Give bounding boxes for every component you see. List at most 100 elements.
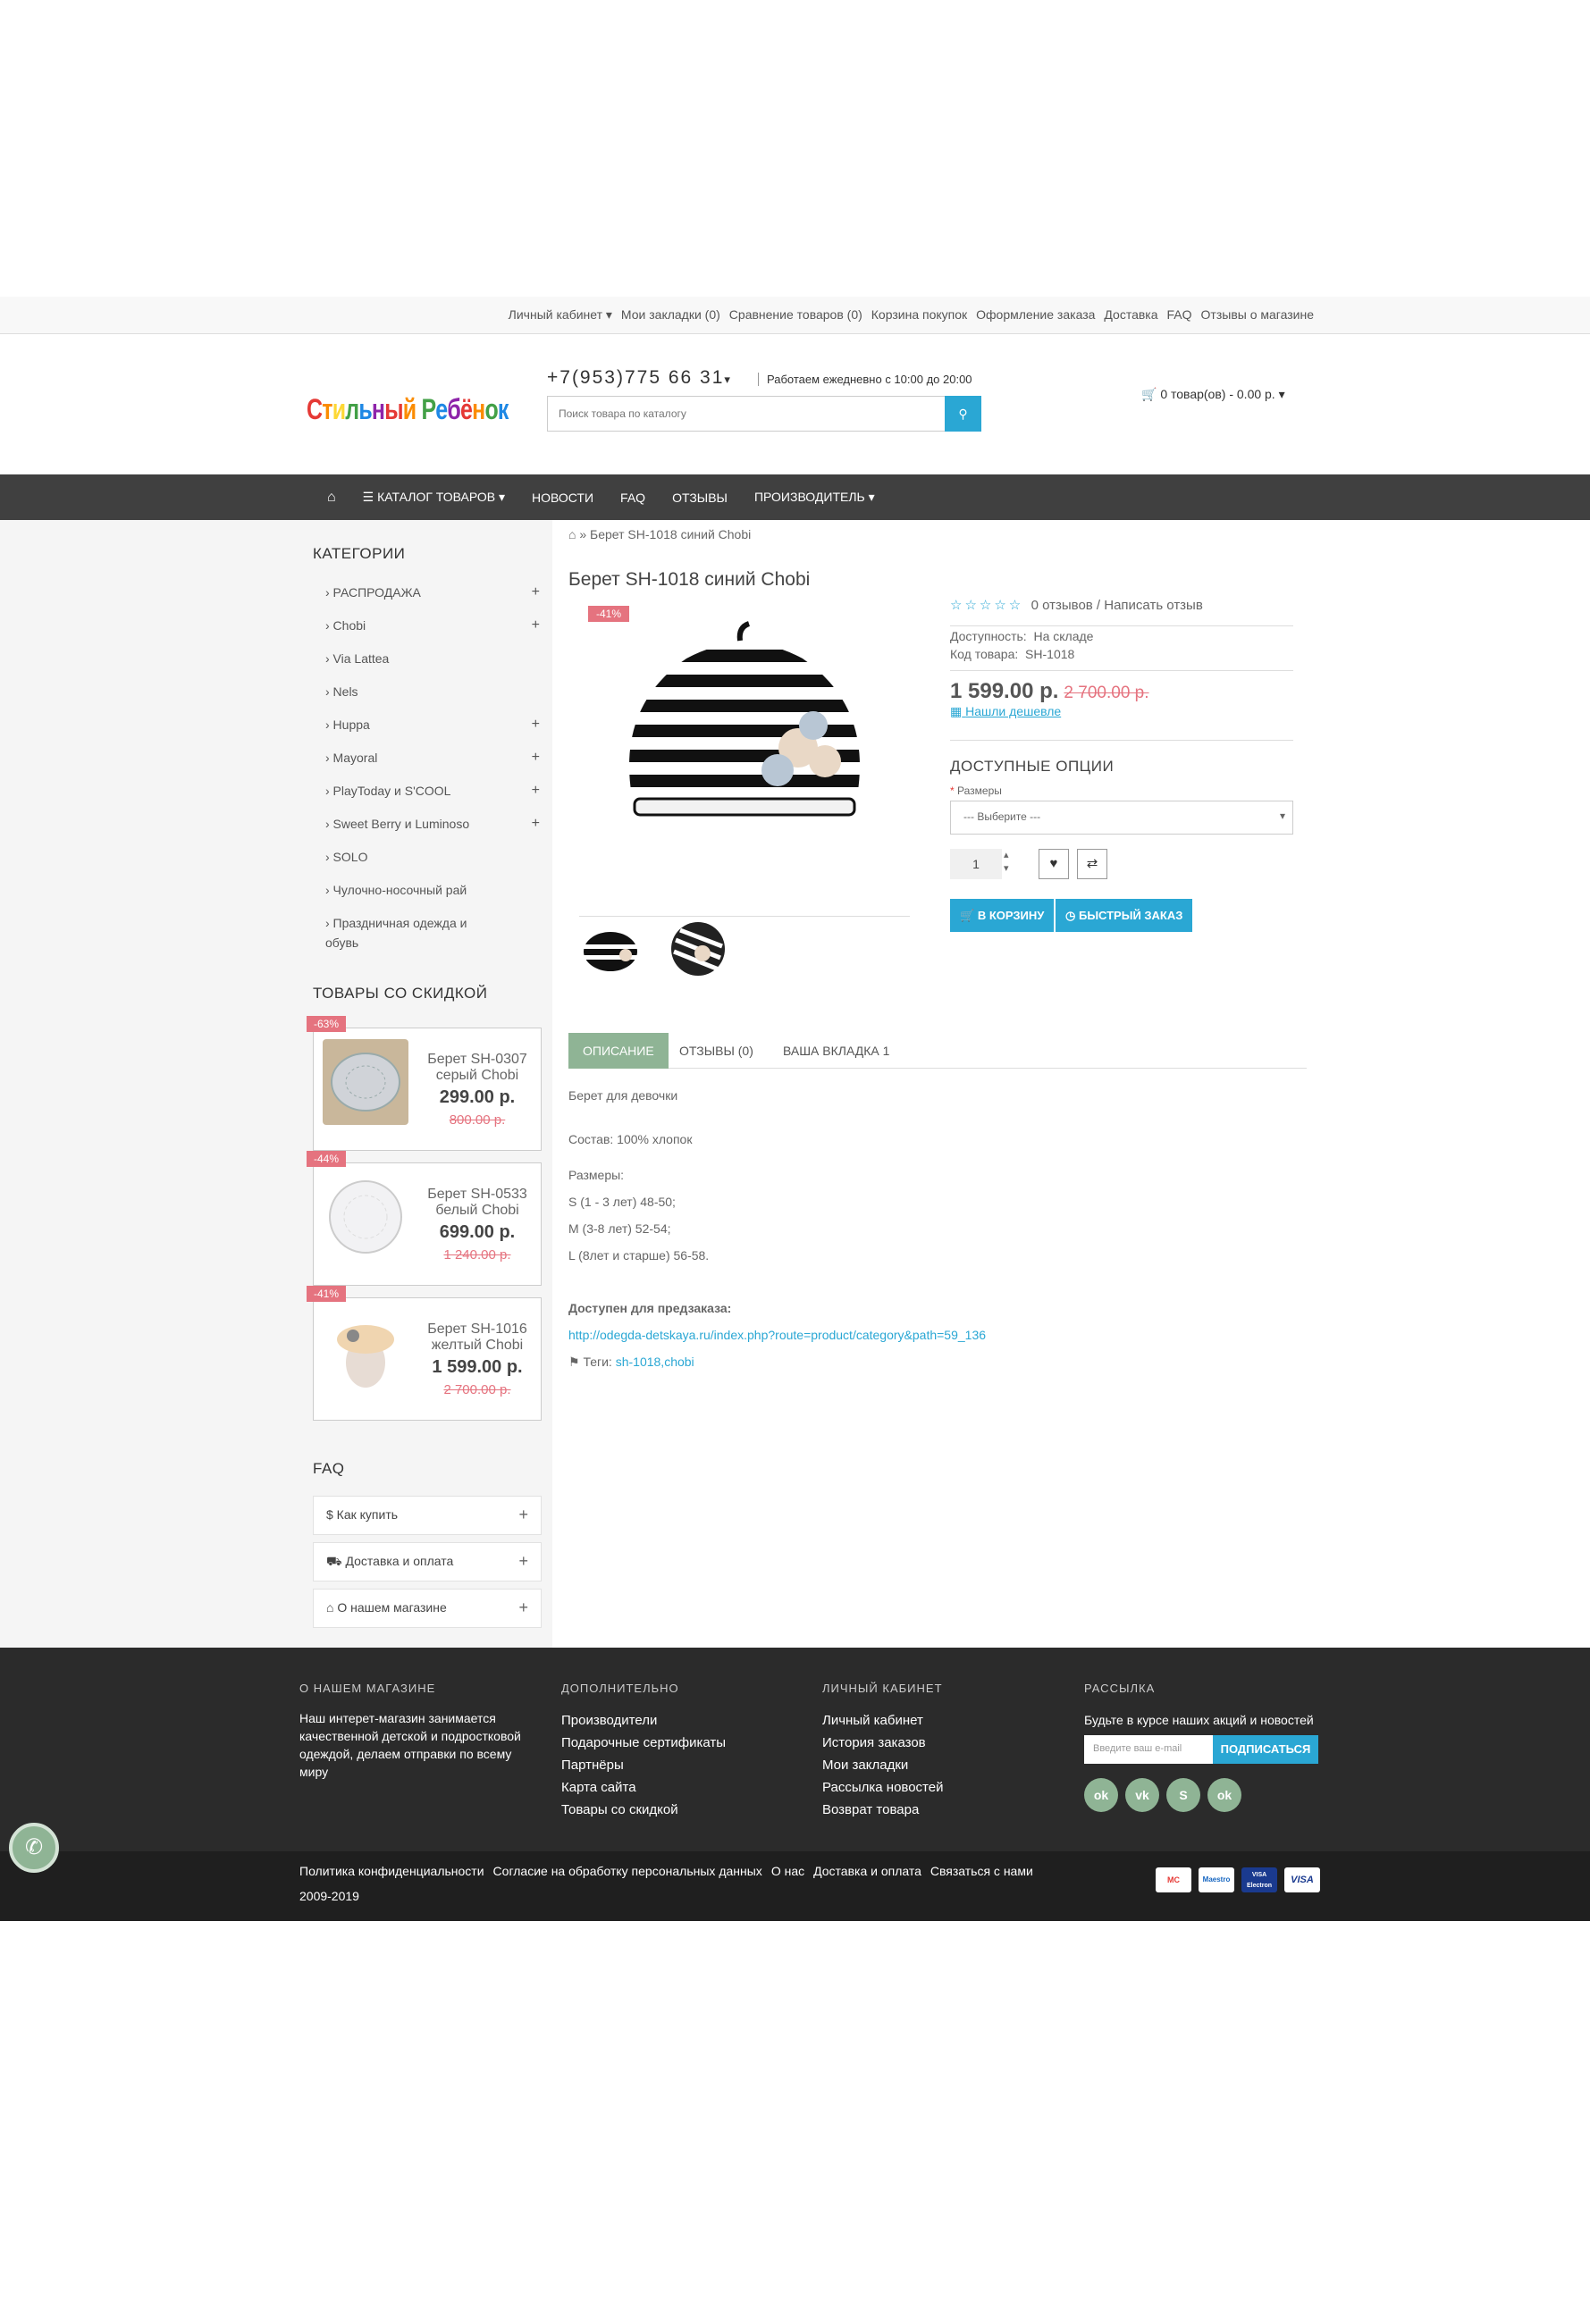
search-button[interactable]: ⚲ — [945, 396, 981, 432]
cart-icon: 🛒 — [1141, 387, 1157, 401]
expand-icon[interactable]: + — [532, 781, 540, 801]
quantity-stepper[interactable]: ▴ ▾ — [1004, 849, 1009, 876]
expand-icon[interactable]: + — [532, 715, 540, 734]
rating: ☆☆☆☆☆ 0 отзывов / Написать отзыв — [950, 597, 1203, 613]
top-link-delivery[interactable]: Доставка — [1104, 307, 1157, 323]
expand-icon[interactable]: + — [532, 748, 540, 768]
category-item[interactable]: › PlayToday и S'COOL + — [325, 781, 540, 801]
footer-link[interactable]: Подарочные сертификаты — [561, 1732, 726, 1754]
working-hours: Работаем ежедневно с 10:00 до 20:00 — [758, 373, 972, 386]
category-item[interactable]: › Праздничная одежда и обувь — [325, 913, 495, 952]
home-icon[interactable]: ⌂ — [568, 527, 576, 541]
tab-reviews[interactable]: ОТЗЫВЫ (0) — [665, 1033, 768, 1069]
odnoklassniki-icon[interactable]: ok — [1207, 1778, 1241, 1812]
breadcrumb-item[interactable]: Берет SH-1018 синий Chobi — [590, 527, 751, 541]
category-item[interactable]: › Sweet Berry и Luminoso + — [325, 814, 540, 834]
odnoklassniki-icon[interactable]: ok — [1084, 1778, 1118, 1812]
nav-catalog[interactable]: ☰ КАТАЛОГ ТОВАРОВ ▾ — [363, 490, 505, 505]
category-item[interactable]: › РАСПРОДАЖА + — [325, 583, 540, 602]
logo[interactable]: Стильный Ребёнок — [307, 393, 509, 426]
top-link-wishlist[interactable]: Мои закладки (0) — [621, 307, 720, 323]
footer-link[interactable]: Партнёры — [561, 1754, 726, 1776]
discount-badge: -41% — [307, 1286, 347, 1302]
email-field[interactable]: Введите ваш e-mail — [1084, 1735, 1213, 1764]
nav-reviews[interactable]: ОТЗЫВЫ — [672, 491, 728, 505]
footer-bottom-link[interactable]: Согласие на обработку персональных данны… — [493, 1864, 762, 1878]
plus-icon[interactable]: + — [518, 1552, 528, 1571]
compare-button[interactable]: ⇄ — [1077, 849, 1107, 879]
thumbnail[interactable] — [667, 918, 729, 980]
quantity-input[interactable]: 1 — [950, 849, 1002, 879]
footer-link[interactable]: Товары со скидкой — [561, 1799, 726, 1821]
footer-link[interactable]: Личный кабинет — [822, 1709, 943, 1732]
home-icon[interactable]: ⌂ — [327, 490, 336, 506]
footer-link[interactable]: Производители — [561, 1709, 726, 1732]
category-item[interactable]: › SOLO — [325, 847, 540, 867]
found-cheaper-link[interactable]: ▦ Нашли дешевле — [950, 704, 1061, 719]
deal-name[interactable]: Берет SH-0533 белый Chobi — [419, 1187, 535, 1219]
nav-faq[interactable]: FAQ — [620, 491, 645, 505]
product-main-image[interactable] — [579, 600, 910, 886]
top-link-cart[interactable]: Корзина покупок — [871, 307, 967, 323]
deal-image[interactable] — [323, 1039, 408, 1125]
category-item[interactable]: › Huppa + — [325, 715, 540, 734]
search-input[interactable] — [548, 397, 941, 431]
footer-bottom-link[interactable]: Связаться с нами — [930, 1864, 1033, 1878]
footer-bottom-link[interactable]: Политика конфиденциальности — [299, 1864, 484, 1878]
footer-link[interactable]: Рассылка новостей — [822, 1776, 943, 1799]
category-item[interactable]: › Nels — [325, 682, 540, 701]
category-item[interactable]: › Chobi + — [325, 616, 540, 635]
callback-button[interactable]: ✆ — [9, 1823, 59, 1873]
footer-link[interactable]: История заказов — [822, 1732, 943, 1754]
category-item[interactable]: › Чулочно-носочный рай — [325, 880, 540, 900]
tag-link[interactable]: sh-1018,chobi — [616, 1355, 694, 1369]
faq-how-to-buy[interactable]: $ Как купить + — [313, 1496, 542, 1535]
top-link-reviews[interactable]: Отзывы о магазине — [1201, 307, 1314, 323]
deal-image[interactable] — [323, 1309, 408, 1395]
deal-name[interactable]: Берет SH-1016 желтый Chobi — [419, 1321, 535, 1354]
categories-title: КАТЕГОРИИ — [313, 545, 406, 562]
footer-bottom-link[interactable]: Доставка и оплата — [813, 1864, 921, 1878]
deal-name[interactable]: Берет SH-0307 серый Chobi — [419, 1052, 535, 1084]
nav-manufacturer[interactable]: ПРОИЗВОДИТЕЛЬ ▾ — [754, 490, 875, 505]
thumbnail[interactable] — [579, 918, 642, 980]
header-cart[interactable]: 🛒 0 товар(ов) - 0.00 р. ▾ — [1141, 387, 1285, 402]
category-item[interactable]: › Mayoral + — [325, 748, 540, 768]
category-item[interactable]: › Via Lattea — [325, 649, 540, 668]
expand-icon[interactable]: + — [532, 616, 540, 635]
top-link-faq[interactable]: FAQ — [1167, 307, 1192, 323]
visa-icon: VISA — [1284, 1867, 1320, 1892]
top-link-account[interactable]: Личный кабинет ▾ — [509, 307, 612, 323]
size-select[interactable]: --- Выберите --- ▾ — [950, 801, 1293, 835]
page-title: Берет SH-1018 синий Chobi — [568, 569, 811, 590]
deal-image[interactable] — [323, 1174, 408, 1260]
tab-description[interactable]: ОПИСАНИЕ — [568, 1033, 669, 1069]
faq-delivery[interactable]: ⛟ Доставка и оплата + — [313, 1542, 542, 1581]
vk-icon[interactable]: vk — [1125, 1778, 1159, 1812]
preorder-link[interactable]: http://odegda-detskaya.ru/index.php?rout… — [568, 1328, 986, 1342]
top-link-checkout[interactable]: Оформление заказа — [976, 307, 1095, 323]
plus-icon[interactable]: + — [518, 1506, 528, 1524]
top-link-compare[interactable]: Сравнение товаров (0) — [729, 307, 862, 323]
tab-custom[interactable]: ВАША ВКЛАДКА 1 — [769, 1033, 904, 1069]
size-line: L (8лет и старше) 56-58. — [568, 1248, 710, 1263]
footer-link[interactable]: Карта сайта — [561, 1776, 726, 1799]
reviews-link[interactable]: 0 отзывов / Написать отзыв — [1031, 598, 1203, 613]
deal-card[interactable]: -63% Берет SH-0307 серый Chobi 299.00 р.… — [307, 1016, 542, 1151]
faq-about[interactable]: ⌂ О нашем магазине + — [313, 1589, 542, 1628]
subscribe-button[interactable]: ПОДПИСАТЬСЯ — [1213, 1735, 1318, 1764]
add-to-cart-button[interactable]: 🛒 В КОРЗИНУ — [950, 899, 1055, 932]
footer-link[interactable]: Возврат товара — [822, 1799, 943, 1821]
footer-link[interactable]: Мои закладки — [822, 1754, 943, 1776]
quick-order-button[interactable]: ◷ БЫСТРЫЙ ЗАКАЗ — [1056, 899, 1193, 932]
deal-card[interactable]: -44% Берет SH-0533 белый Chobi 699.00 р.… — [307, 1151, 542, 1286]
expand-icon[interactable]: + — [532, 814, 540, 834]
wishlist-button[interactable]: ♥ — [1039, 849, 1069, 879]
expand-icon[interactable]: + — [532, 583, 540, 602]
phone-number[interactable]: +7(953)775 66 31▾ — [547, 367, 732, 389]
deal-card[interactable]: -41% Берет SH-1016 желтый Chobi 1 599.00… — [307, 1286, 542, 1421]
skype-icon[interactable]: S — [1166, 1778, 1200, 1812]
nav-news[interactable]: НОВОСТИ — [532, 491, 593, 505]
plus-icon[interactable]: + — [518, 1598, 528, 1617]
footer-bottom-link[interactable]: О нас — [771, 1864, 804, 1878]
